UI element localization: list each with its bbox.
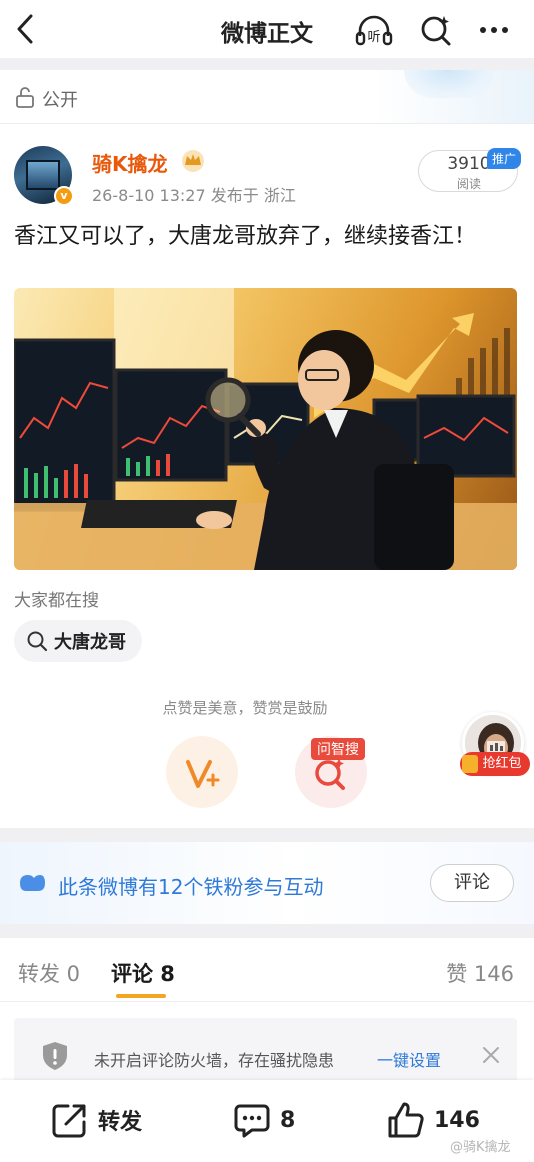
- stock-trader-illustration: [14, 288, 517, 570]
- reward-hint: 点赞是美意，赞赏是鼓励: [162, 699, 328, 717]
- comment-button[interactable]: 评论: [430, 864, 514, 902]
- shield-icon: [43, 1042, 67, 1070]
- listen-label: 听: [367, 30, 380, 45]
- v-plus-icon: [186, 760, 220, 788]
- forward-label: 转发: [98, 1110, 143, 1135]
- ask-search-tag: 问智搜: [311, 738, 365, 760]
- unlock-icon: [16, 87, 34, 108]
- fans-interaction-text: 此条微博有12个铁粉参与互动: [58, 875, 324, 899]
- trending-search-chip[interactable]: 大唐龙哥: [14, 620, 142, 662]
- tab-forward[interactable]: 转发 0: [18, 958, 80, 988]
- crown-icon: [182, 150, 204, 172]
- verified-badge: v: [54, 186, 74, 206]
- cloud-decoration: [404, 70, 494, 98]
- listen-headphones-icon[interactable]: 听: [354, 12, 394, 48]
- read-label: 阅读: [456, 177, 481, 191]
- red-packet-label: 抢红包: [482, 756, 522, 771]
- fans-interaction-banner: 此条微博有12个铁粉参与互动 评论: [0, 842, 534, 924]
- comments-count: 8: [280, 1107, 296, 1133]
- firewall-text: 未开启评论防火墙，存在骚扰隐患: [94, 1051, 335, 1070]
- close-icon[interactable]: [480, 1044, 502, 1066]
- visibility-row: 公开: [0, 70, 534, 124]
- trending-search-label: 大家都在搜: [14, 591, 99, 611]
- tab-comments[interactable]: 评论 8: [111, 958, 175, 988]
- top-bar: 微博正文 听: [0, 0, 534, 58]
- promo-badge[interactable]: 推广: [486, 148, 521, 169]
- reward-button[interactable]: [166, 736, 238, 808]
- visibility-label: 公开: [42, 90, 78, 111]
- firewall-setup-link[interactable]: 一键设置: [377, 1047, 441, 1071]
- forward-button[interactable]: 转发: [50, 1098, 142, 1142]
- comments-button[interactable]: 8: [232, 1098, 295, 1142]
- more-dots-icon[interactable]: [474, 12, 514, 48]
- post-image[interactable]: [14, 288, 517, 570]
- active-tab-indicator: [116, 994, 166, 998]
- author-row: v 骑K擒龙 26-8-10 13:27 发布于 浙江 3910 阅读 推广: [14, 144, 521, 210]
- likes-count: 146: [434, 1107, 480, 1133]
- search-icon: [27, 631, 48, 652]
- post-text: 香江又可以了，大唐龙哥放弃了，继续接香江！: [14, 224, 477, 249]
- divider: [0, 58, 534, 70]
- trending-search-text: 大唐龙哥: [54, 632, 126, 653]
- share-icon: [52, 1104, 86, 1138]
- comment-icon: [234, 1104, 270, 1138]
- interaction-tabs: 转发 0 评论 8 赞 146: [0, 938, 534, 1002]
- red-packet-button[interactable]: 抢红包: [460, 752, 530, 776]
- fan-badge-icon: [20, 875, 45, 891]
- thumbs-up-icon: [388, 1102, 424, 1138]
- divider: [0, 828, 534, 842]
- ai-search-icon[interactable]: [416, 12, 456, 48]
- post-meta: 26-8-10 13:27 发布于 浙江: [92, 186, 296, 205]
- red-envelope-icon: [462, 755, 478, 773]
- watermark: @骑K擒龙: [450, 1140, 511, 1155]
- author-name[interactable]: 骑K擒龙: [92, 148, 168, 177]
- divider: [0, 924, 534, 938]
- read-count-pill: 3910 阅读 推广: [418, 148, 521, 192]
- tab-likes[interactable]: 赞 146: [446, 958, 514, 988]
